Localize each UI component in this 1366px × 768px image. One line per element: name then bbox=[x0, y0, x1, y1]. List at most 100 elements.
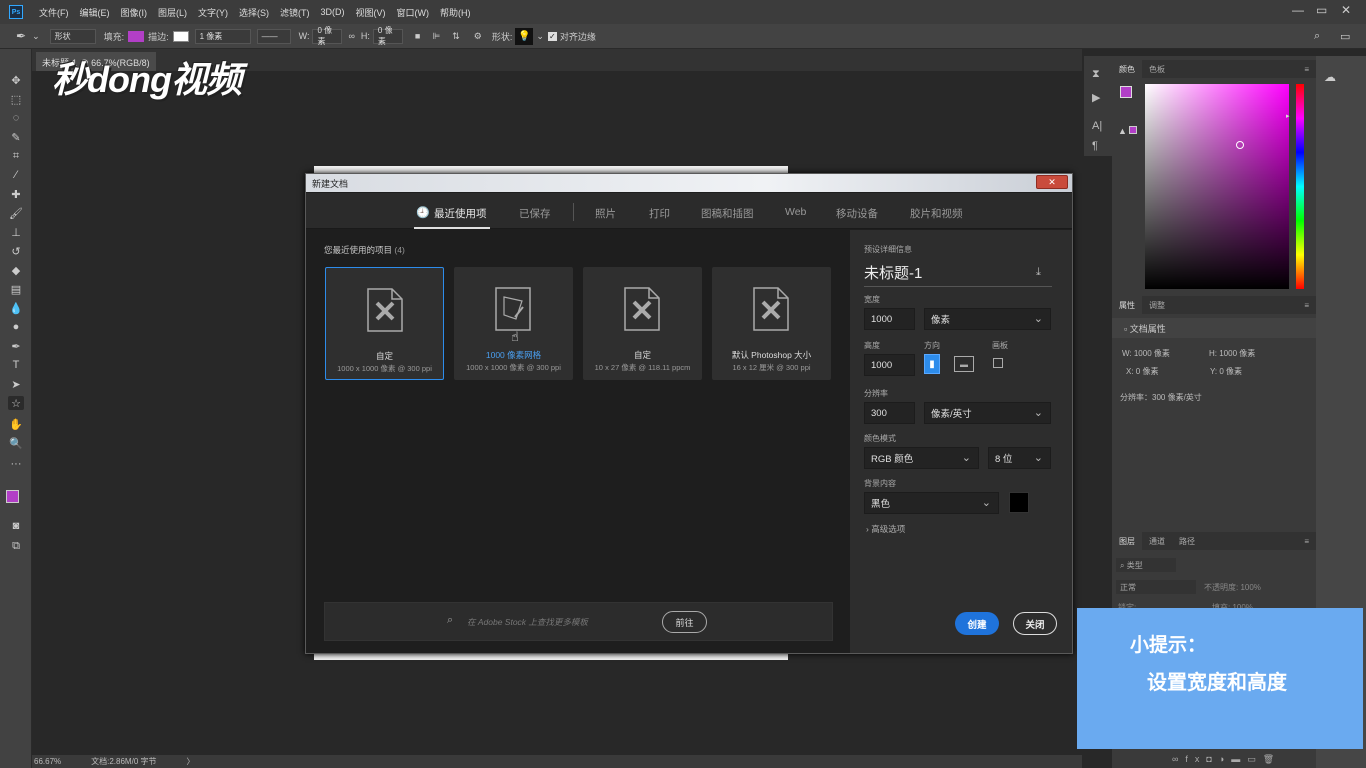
path-operations-icon[interactable]: ■ bbox=[415, 31, 420, 41]
background-select[interactable]: 黑色 bbox=[864, 492, 999, 514]
hand-tool-icon[interactable]: ✋ bbox=[8, 417, 24, 431]
screen-mode-icon[interactable]: ⧉ bbox=[8, 539, 24, 553]
height-field[interactable]: 1000 bbox=[864, 354, 915, 376]
color-mode-select[interactable]: RGB 颜色 bbox=[864, 447, 979, 469]
menu-file[interactable]: 文件(F) bbox=[39, 6, 69, 19]
doc-size[interactable]: 文档:2.86M/0 字节 bbox=[91, 756, 156, 767]
stroke-type-select[interactable]: —— bbox=[256, 28, 291, 44]
paragraph-panel-icon[interactable]: ¶ bbox=[1092, 140, 1098, 152]
libraries-icon[interactable]: ☁ bbox=[1324, 70, 1336, 84]
hue-slider[interactable] bbox=[1296, 84, 1304, 289]
tab-properties[interactable]: 属性 bbox=[1112, 296, 1142, 314]
recent-preset-card[interactable]: 自定 10 x 27 像素 @ 118.11 ppcm bbox=[583, 267, 702, 380]
tab-film-video[interactable]: 胶片和视频 bbox=[910, 206, 963, 221]
tab-recent[interactable]: 最近使用项 bbox=[434, 206, 487, 221]
recent-preset-card[interactable]: 1000 像素网格 1000 x 1000 像素 @ 300 ppi ☝ bbox=[454, 267, 573, 380]
tab-mobile[interactable]: 移动设备 bbox=[836, 206, 878, 221]
fill-swatch[interactable] bbox=[128, 30, 145, 42]
advanced-options-toggle[interactable]: › 高级选项 bbox=[866, 523, 905, 535]
blend-mode-select[interactable]: 正常 bbox=[1116, 580, 1196, 594]
bit-depth-select[interactable]: 8 位 bbox=[988, 447, 1051, 469]
w-field[interactable]: 0 像素 bbox=[312, 26, 343, 46]
stock-search-input[interactable]: 在 Adobe Stock 上查找更多模板 bbox=[467, 616, 588, 628]
tab-art-illustration[interactable]: 图稿和插图 bbox=[701, 206, 754, 221]
close-button[interactable]: 关闭 bbox=[1013, 612, 1057, 635]
menu-edit[interactable]: 编辑(E) bbox=[80, 6, 110, 19]
width-unit-select[interactable]: 像素 bbox=[924, 308, 1051, 330]
foreground-color-swatch[interactable] bbox=[6, 490, 19, 503]
path-select-tool-icon[interactable]: ➤ bbox=[8, 377, 24, 391]
settings-gear-icon[interactable]: ⚙ bbox=[474, 31, 482, 42]
artboard-checkbox[interactable] bbox=[993, 358, 1003, 368]
menu-image[interactable]: 图像(I) bbox=[121, 6, 148, 19]
h-field[interactable]: 0 像素 bbox=[372, 26, 403, 46]
resolution-field[interactable]: 300 bbox=[864, 402, 915, 424]
close-window-icon[interactable]: ✕ bbox=[1341, 3, 1351, 17]
zoom-level[interactable]: 66.67% bbox=[34, 757, 61, 766]
marquee-tool-icon[interactable]: ⬚ bbox=[8, 92, 24, 106]
more-tools-icon[interactable]: ··· bbox=[8, 457, 24, 471]
menu-layer[interactable]: 图层(L) bbox=[158, 6, 187, 19]
character-panel-icon[interactable]: A| bbox=[1092, 120, 1102, 132]
menu-window[interactable]: 窗口(W) bbox=[397, 6, 430, 19]
align-edges-checkbox[interactable]: ✓ bbox=[547, 31, 557, 41]
eyedropper-tool-icon[interactable]: ⁄ bbox=[8, 168, 24, 182]
tab-photo[interactable]: 照片 bbox=[595, 206, 616, 221]
gamut-swatch[interactable] bbox=[1129, 126, 1137, 134]
tab-web[interactable]: Web bbox=[785, 206, 806, 218]
recent-preset-card[interactable]: 默认 Photoshop 大小 16 x 12 厘米 @ 300 ppi bbox=[712, 267, 831, 380]
history-panel-icon[interactable]: ⧗ bbox=[1092, 68, 1100, 81]
create-button[interactable]: 创建 bbox=[955, 612, 999, 635]
workspace-icon[interactable]: ▭ bbox=[1340, 30, 1350, 43]
menu-filter[interactable]: 滤镜(T) bbox=[280, 6, 310, 19]
portrait-orientation-icon[interactable]: ▮ bbox=[924, 354, 940, 374]
tab-adjustments[interactable]: 调整 bbox=[1142, 300, 1172, 311]
path-arrangement-icon[interactable]: ⇅ bbox=[452, 31, 460, 42]
tab-print[interactable]: 打印 bbox=[649, 206, 670, 221]
layer-filter-select[interactable]: ⌕ 类型 bbox=[1116, 558, 1176, 572]
go-button[interactable]: 前往 bbox=[662, 611, 707, 633]
lasso-tool-icon[interactable]: ◌ bbox=[8, 111, 24, 125]
color-picker-cursor[interactable] bbox=[1236, 141, 1244, 149]
menu-select[interactable]: 选择(S) bbox=[239, 6, 269, 19]
document-name-field[interactable]: 未标题-1 bbox=[864, 262, 922, 283]
tab-saved[interactable]: 已保存 bbox=[519, 206, 551, 221]
panel-fg-swatch[interactable] bbox=[1120, 86, 1132, 98]
minimize-icon[interactable]: — bbox=[1292, 3, 1304, 17]
menu-view[interactable]: 视图(V) bbox=[356, 6, 386, 19]
resolution-unit-select[interactable]: 像素/英寸 bbox=[924, 402, 1051, 424]
background-color-swatch[interactable] bbox=[1009, 492, 1029, 513]
layer-actions-bar[interactable]: ∞fx◘◑▬▭🗑 bbox=[1172, 754, 1281, 765]
quick-mask-icon[interactable]: ◙ bbox=[8, 519, 24, 533]
history-brush-tool-icon[interactable]: ↺ bbox=[8, 244, 24, 258]
pen-tool-preset-icon[interactable]: ✒ bbox=[16, 29, 26, 43]
save-preset-icon[interactable]: ⤓ bbox=[1036, 266, 1041, 279]
dodge-tool-icon[interactable]: ● bbox=[8, 320, 24, 334]
link-icon[interactable]: ∞ bbox=[348, 31, 354, 41]
zoom-tool-icon[interactable]: 🔍 bbox=[8, 436, 24, 450]
shape-picker[interactable]: 💡 bbox=[515, 27, 534, 45]
restore-icon[interactable]: ▭ bbox=[1316, 3, 1327, 17]
color-picker-field[interactable] bbox=[1145, 84, 1289, 289]
layer-opacity[interactable]: 不透明度: 100% bbox=[1204, 582, 1261, 593]
stroke-width-field[interactable]: 1 像素 bbox=[194, 28, 251, 44]
tab-swatches[interactable]: 色板 bbox=[1142, 64, 1172, 75]
tab-channels[interactable]: 通道 bbox=[1142, 536, 1172, 547]
blur-tool-icon[interactable]: 💧 bbox=[8, 301, 24, 315]
quick-select-tool-icon[interactable]: ✎ bbox=[8, 130, 24, 144]
pen-tool-icon[interactable]: ✒ bbox=[8, 339, 24, 353]
brush-tool-icon[interactable]: 🖌 bbox=[8, 206, 24, 220]
crop-tool-icon[interactable]: ⌗ bbox=[8, 149, 24, 163]
tab-layers[interactable]: 图层 bbox=[1112, 532, 1142, 550]
dialog-close-icon[interactable]: ✕ bbox=[1036, 175, 1068, 189]
healing-brush-tool-icon[interactable]: ✚ bbox=[8, 187, 24, 201]
actions-panel-icon[interactable]: ▶ bbox=[1092, 91, 1100, 104]
search-icon[interactable]: ⌕ bbox=[1314, 30, 1320, 43]
landscape-orientation-icon[interactable]: ▬ bbox=[954, 356, 974, 372]
shape-tool-icon[interactable]: ☆ bbox=[8, 396, 24, 410]
tab-color[interactable]: 颜色 bbox=[1112, 60, 1142, 78]
recent-preset-card[interactable]: 自定 1000 x 1000 像素 @ 300 ppi bbox=[325, 267, 444, 380]
clone-stamp-tool-icon[interactable]: ⊥ bbox=[8, 225, 24, 239]
path-alignment-icon[interactable]: ⊫ bbox=[432, 31, 440, 42]
tool-mode-select[interactable]: 形状 bbox=[49, 28, 96, 44]
